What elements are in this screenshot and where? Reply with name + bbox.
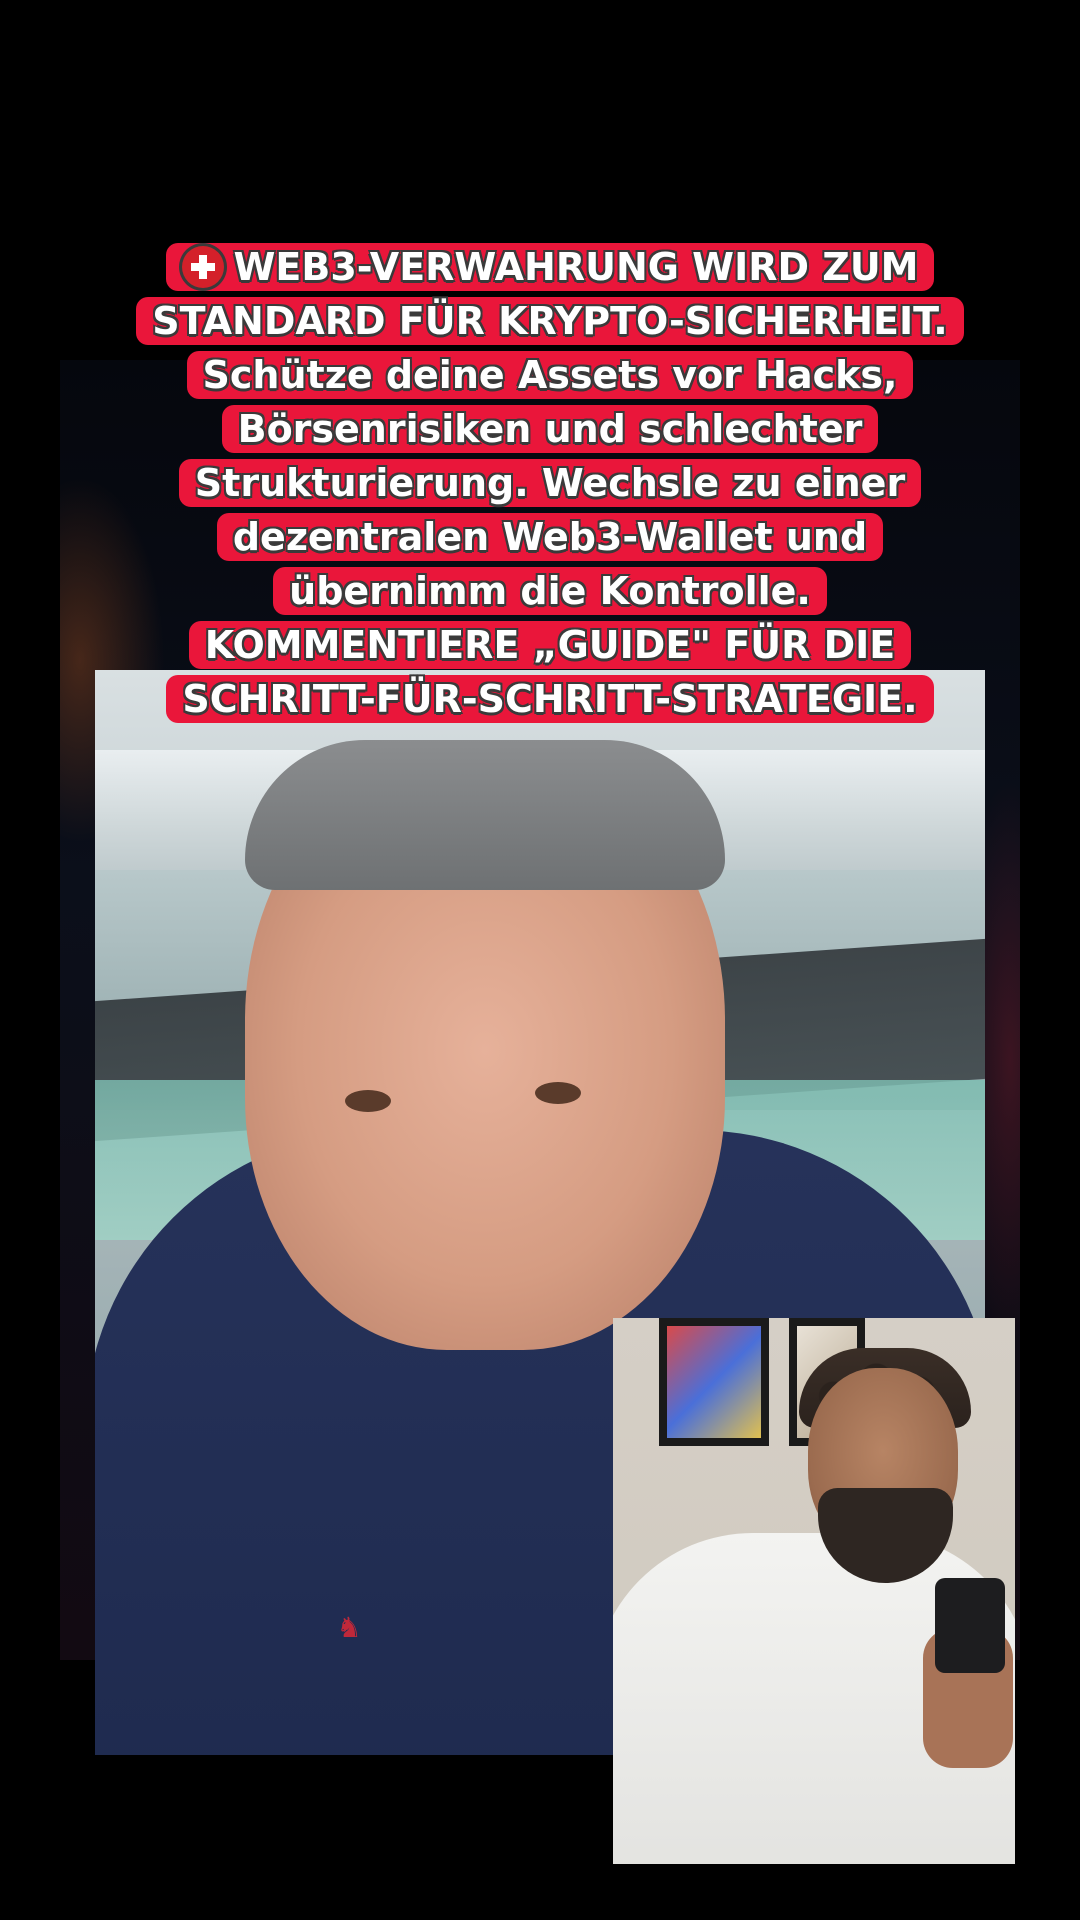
caption-overlay: WEB3-VERWAHRUNG WIRD ZUM STANDARD FÜR KR… [100, 240, 1000, 726]
caption-line: KOMMENTIERE „GUIDE" FÜR DIE [188, 621, 912, 669]
wall-picture-frame [659, 1318, 769, 1446]
caption-line: STANDARD FÜR KRYPTO-SICHERHEIT. [136, 297, 964, 345]
caption-line: Strukturierung. Wechsle zu einer [178, 459, 922, 507]
swiss-flag-icon [181, 246, 224, 288]
hardware-wallet-device [935, 1578, 1005, 1673]
shirt-logo-icon: ♞ [336, 1611, 362, 1644]
pip-video-frame[interactable] [613, 1318, 1015, 1864]
caption-line: übernimm die Kontrolle. [273, 567, 827, 615]
caption-line: Schütze deine Assets vor Hacks, [186, 351, 914, 399]
caption-line: Börsenrisiken und schlechter [221, 405, 879, 453]
caption-line: WEB3-VERWAHRUNG WIRD ZUM [233, 245, 919, 289]
right-eye [535, 1082, 581, 1104]
caption-line: dezentralen Web3-Wallet und [216, 513, 884, 561]
speaker-hair [245, 740, 725, 890]
left-eye [345, 1090, 391, 1112]
caption-line: SCHRITT-FÜR-SCHRITT-STRATEGIE. [166, 675, 934, 723]
